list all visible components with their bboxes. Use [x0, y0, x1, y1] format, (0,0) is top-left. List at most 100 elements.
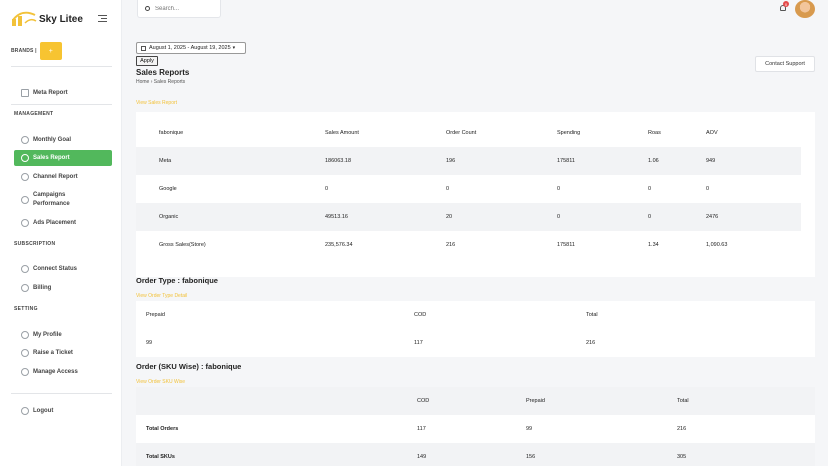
table-cell: 235,576.34 — [325, 242, 353, 248]
table-row: Organic 49513.16 20 0 0 2476 — [136, 203, 801, 231]
calendar-icon — [141, 45, 146, 51]
sidebar-item-label: Campaigns Performance — [33, 192, 70, 207]
table-cell: 0 — [706, 186, 710, 192]
table-cell: Total Orders — [146, 426, 179, 432]
sidebar-item-sales-report[interactable]: Sales Report — [14, 150, 112, 166]
table-cell: 117 — [417, 426, 426, 432]
col-header: Spending — [557, 130, 581, 136]
search-input[interactable] — [155, 5, 215, 12]
table-cell: Gross Sales(Store) — [159, 242, 206, 248]
apply-button[interactable]: Apply — [136, 56, 158, 66]
table-cell: 175811 — [557, 158, 575, 164]
order-type-table: Prepaid COD Total 99 117 216 — [136, 301, 815, 357]
date-range-picker[interactable]: August 1, 2025 - August 19, 2025 ▾ — [136, 42, 246, 54]
sidebar-item-manage-access[interactable]: Manage Access — [14, 367, 112, 377]
table-header-row: COD Prepaid Total — [136, 387, 815, 415]
order-type-panel: Prepaid COD Total 99 117 216 — [136, 301, 815, 357]
logout-icon — [21, 407, 29, 415]
table-cell: Total SKUs — [146, 454, 175, 460]
view-sales-report-link[interactable]: View Sales Report — [136, 100, 177, 106]
brands-row: BRANDS | + — [11, 42, 62, 60]
brands-label: BRANDS | — [11, 48, 37, 54]
contact-support-button[interactable]: Contact Support — [755, 56, 815, 72]
table-cell: 186063.18 — [325, 158, 351, 164]
table-cell: 196 — [446, 158, 456, 164]
sidebar-item-billing[interactable]: Billing — [14, 283, 112, 293]
brand-logo[interactable]: Sky Litee — [11, 11, 83, 27]
col-header: Prepaid — [146, 312, 165, 318]
table-cell: 2476 — [706, 214, 719, 220]
col-header: fabonique — [159, 130, 184, 136]
table-cell: Meta — [159, 158, 172, 164]
search-bar[interactable] — [137, 0, 221, 18]
table-cell: 1,090.63 — [706, 242, 728, 248]
sidebar: Sky Litee BRANDS | + Meta Report MANAGEM… — [0, 0, 122, 466]
col-header: Sales Amount — [325, 130, 359, 136]
table-cell: 156 — [526, 454, 536, 460]
table-row: Total SKUs 149 156 305 — [136, 443, 815, 466]
view-sku-link[interactable]: View Order SKU Wise — [136, 379, 185, 385]
sidebar-item-campaigns-performance[interactable]: Campaigns Performance — [14, 191, 112, 209]
table-cell: 0 — [325, 186, 329, 192]
menu-toggle-icon[interactable] — [98, 15, 107, 23]
col-header: Total — [586, 312, 598, 318]
col-header: Roas — [648, 130, 661, 136]
table-cell: 20 — [446, 214, 453, 220]
chevron-down-icon: ▾ — [232, 45, 236, 51]
sidebar-item-label: Ads Placement — [33, 220, 77, 226]
order-type-title: Order Type : fabonique — [136, 276, 218, 285]
col-header: Prepaid — [526, 398, 545, 404]
breadcrumb: Home › Sales Reports — [136, 79, 186, 85]
table-cell: 117 — [414, 340, 423, 346]
sku-title: Order (SKU Wise) : fabonique — [136, 362, 242, 371]
avatar[interactable] — [795, 0, 815, 18]
sidebar-item-label: Billing — [33, 285, 52, 291]
sidebar-item-label: Meta Report — [33, 90, 68, 96]
sidebar-item-monthly-goal[interactable]: Monthly Goal — [14, 135, 112, 145]
gear-icon — [21, 368, 29, 376]
sidebar-item-my-profile[interactable]: My Profile — [14, 330, 112, 340]
gear-icon — [21, 284, 29, 292]
sidebar-item-connect-status[interactable]: Connect Status — [14, 264, 112, 274]
table-cell: 149 — [417, 454, 427, 460]
col-header: AOV — [706, 130, 718, 136]
section-management: MANAGEMENT — [14, 111, 54, 117]
chat-icon — [21, 154, 29, 162]
sidebar-item-label: Channel Report — [33, 174, 78, 180]
sidebar-item-channel-report[interactable]: Channel Report — [14, 172, 112, 182]
table-cell: 949 — [706, 158, 716, 164]
col-header: Order Count — [446, 130, 477, 136]
view-order-type-link[interactable]: View Order Type Detail — [136, 293, 187, 299]
table-cell: 216 — [586, 340, 596, 346]
chat-icon — [21, 219, 29, 227]
col-header: COD — [414, 312, 427, 318]
sidebar-item-meta-report[interactable]: Meta Report — [14, 88, 112, 98]
table-cell: 0 — [648, 186, 652, 192]
sku-table: COD Prepaid Total Total Orders 117 99 21… — [136, 387, 815, 466]
table-cell: 0 — [557, 186, 561, 192]
logo-icon — [12, 11, 37, 26]
table-cell: 1.06 — [648, 158, 659, 164]
table-row: Google 0 0 0 0 0 — [136, 175, 801, 203]
sidebar-item-ads-placement[interactable]: Ads Placement — [14, 218, 112, 228]
table-cell: 305 — [677, 454, 687, 460]
sku-panel: COD Prepaid Total Total Orders 117 99 21… — [136, 387, 815, 466]
notification-bell-icon[interactable]: 0 — [779, 1, 789, 12]
brand-name: Sky Litee — [39, 13, 83, 25]
divider — [11, 393, 112, 394]
chat-icon — [21, 173, 29, 181]
col-header: Total — [677, 398, 689, 404]
table-cell: Organic — [159, 214, 179, 220]
sidebar-item-label: Manage Access — [33, 369, 78, 375]
sidebar-item-logout[interactable]: Logout — [14, 406, 112, 416]
sales-table: fabonique Sales Amount Order Count Spend… — [136, 119, 801, 259]
add-brand-button[interactable]: + — [39, 42, 62, 60]
table-cell: 216 — [677, 426, 687, 432]
table-header-row: Prepaid COD Total — [136, 301, 815, 329]
sidebar-item-label: Raise a Ticket — [33, 350, 73, 356]
table-cell: 99 — [146, 340, 153, 346]
chat-icon — [21, 196, 29, 204]
sidebar-item-raise-ticket[interactable]: Raise a Ticket — [14, 348, 112, 358]
table-cell: 175811 — [557, 242, 575, 248]
sales-table-panel: fabonique Sales Amount Order Count Spend… — [136, 112, 815, 277]
